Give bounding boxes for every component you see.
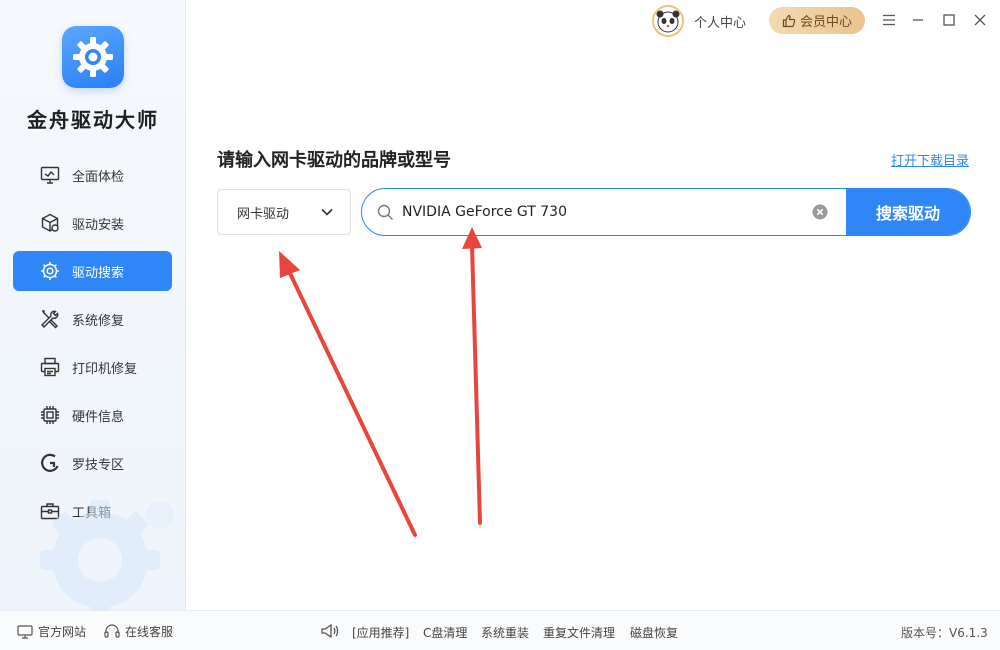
megaphone-icon [321, 623, 339, 639]
package-install-icon [39, 212, 61, 234]
search-input[interactable] [402, 189, 802, 235]
sidebar-item-label: 全面体检 [72, 169, 125, 185]
personal-center-link[interactable]: 个人中心 [694, 12, 746, 31]
sidebar-item-full-check[interactable]: 全面体检 [13, 155, 172, 195]
vip-center-button[interactable]: 会员中心 [769, 7, 865, 34]
official-site-link[interactable]: 官方网站 [17, 623, 86, 640]
sidebar-item-driver-install[interactable]: 驱动安装 [13, 203, 172, 243]
sidebar-item-label: 系统修复 [72, 313, 125, 329]
sidebar-item-logitech[interactable]: 罗技专区 [13, 443, 172, 483]
sidebar-item-label: 驱动安装 [72, 217, 125, 233]
app-logo [62, 26, 124, 88]
clear-input-icon[interactable] [812, 204, 828, 220]
annotation-arrow-select [279, 251, 417, 537]
monitor-icon [17, 624, 33, 639]
sidebar-item-driver-search[interactable]: 驱动搜索 [13, 251, 172, 291]
sidebar-item-label: 罗技专区 [72, 457, 125, 473]
sidebar-item-label: 硬件信息 [72, 409, 125, 425]
logitech-icon [39, 452, 61, 474]
monitor-check-icon [39, 164, 61, 186]
driver-type-select[interactable]: 网卡驱动 [217, 189, 351, 235]
sidebar-item-hardware-info[interactable]: 硬件信息 [13, 395, 172, 435]
sidebar-item-label: 打印机修复 [72, 361, 138, 377]
thumbs-up-icon [782, 14, 796, 27]
sidebar: 金舟驱动大师 全面体检 驱动安装 驱动搜索 系统修复 打印机修复 硬件信息 罗技… [0, 0, 186, 610]
gear-logo-icon [73, 37, 113, 77]
version-label: 版本号：V6.1.3 [901, 626, 988, 640]
menu-icon[interactable] [880, 11, 898, 29]
search-driver-button[interactable]: 搜索驱动 [846, 189, 970, 235]
sidebar-item-system-repair[interactable]: 系统修复 [13, 299, 172, 339]
app-recommend-label: [应用推荐] [352, 626, 410, 640]
wrench-screwdriver-icon [39, 308, 61, 330]
maximize-icon[interactable] [940, 11, 958, 29]
app-name: 金舟驱动大师 [27, 108, 159, 132]
footer-link-duplicate-file-clean[interactable]: 重复文件清理 [543, 624, 615, 641]
footer-link-disk-recovery[interactable]: 磁盘恢复 [630, 624, 678, 641]
headset-icon [104, 624, 120, 638]
annotation-arrow-search [462, 227, 482, 525]
sidebar-item-label: 驱动搜索 [72, 265, 125, 281]
online-service-link[interactable]: 在线客服 [104, 623, 173, 640]
gear-search-icon [39, 260, 61, 282]
official-site-label: 官方网站 [38, 625, 87, 639]
driver-type-value: 网卡驱动 [237, 206, 290, 222]
decorative-gear-icon [40, 500, 174, 610]
search-bar: 搜索驱动 [361, 188, 971, 236]
sidebar-item-printer-repair[interactable]: 打印机修复 [13, 347, 172, 387]
close-icon[interactable] [971, 11, 989, 29]
avatar[interactable] [652, 5, 684, 37]
footer-link-c-drive-clean[interactable]: C盘清理 [423, 624, 467, 641]
page-title: 请输入网卡驱动的品牌或型号 [217, 150, 451, 171]
vip-center-label: 会员中心 [799, 15, 852, 30]
chip-icon [39, 404, 61, 426]
footer-bar: 官方网站 在线客服 [应用推荐] C盘清理 系统重装 重复文件清理 磁盘恢复 版… [0, 610, 1000, 650]
search-icon [377, 204, 393, 220]
panda-avatar-icon [656, 10, 680, 33]
footer-link-system-reinstall[interactable]: 系统重装 [481, 624, 529, 641]
chevron-down-icon [321, 208, 333, 216]
printer-icon [39, 356, 61, 378]
minimize-icon[interactable] [909, 11, 927, 29]
open-download-dir-link[interactable]: 打开下载目录 [891, 150, 969, 169]
online-service-label: 在线客服 [125, 625, 174, 639]
title-bar: 个人中心 会员中心 [186, 0, 1000, 42]
